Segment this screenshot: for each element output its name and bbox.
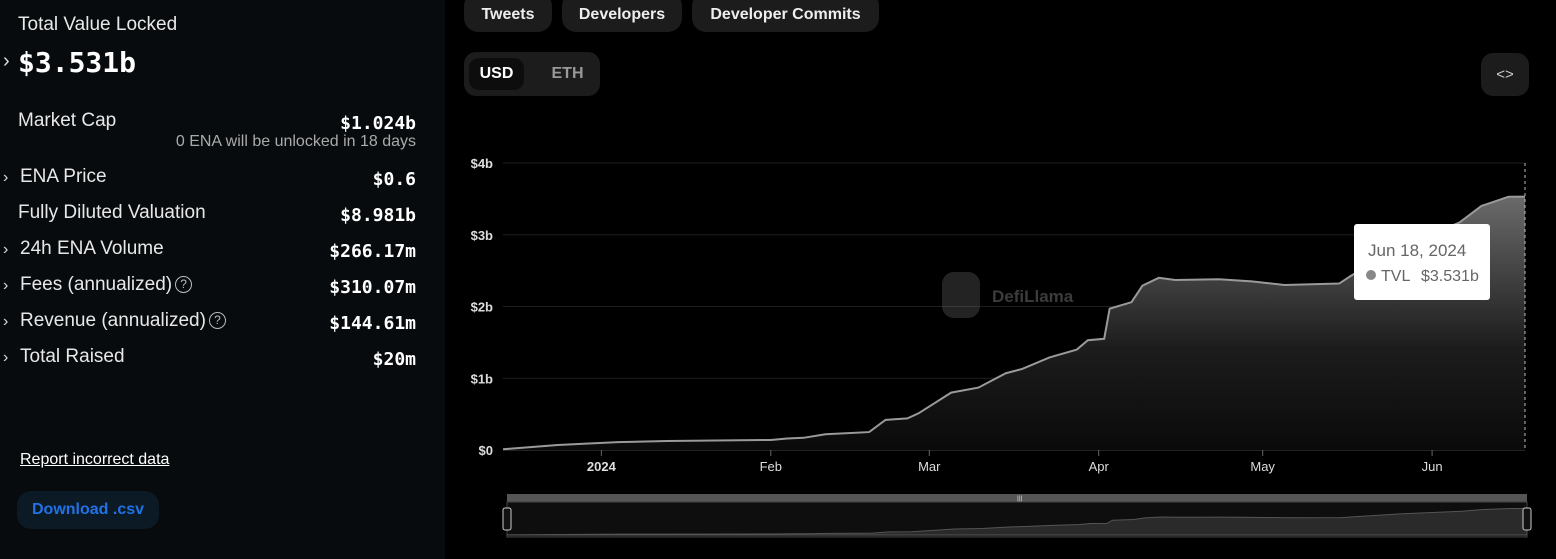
tvl-value: $3.531b [18,46,137,79]
tvl-label: Total Value Locked [18,14,178,35]
x-tick-label: Jun [1422,459,1443,474]
metric-label[interactable]: Total Raised [20,346,125,368]
watermark: DefiLlama [942,272,1074,318]
metric-label[interactable]: 24h ENA Volume [20,238,164,260]
y-tick-label: $0 [479,443,493,458]
chevron-right-icon[interactable]: › [3,50,10,73]
metric-value: $310.07m [329,277,416,298]
chevron-right-icon[interactable]: › [3,169,8,187]
x-tick-label: May [1250,459,1275,474]
metric-label[interactable]: Revenue (annualized)? [20,310,226,332]
summary-panel: Total Value Locked › $3.531b Market Cap $… [0,0,445,559]
range-handle-left[interactable] [502,507,512,531]
download-csv-button[interactable]: Download .csv [17,491,159,529]
metric-label[interactable]: ENA Price [20,166,107,188]
tooltip: Jun 18, 2024 TVL $3.531b [1354,224,1490,300]
tooltip-value: $3.531b [1421,268,1479,285]
x-tick-label: Feb [760,459,782,474]
unlock-note: 0 ENA will be unlocked in 18 days [175,133,416,150]
tooltip-series: TVL [1381,268,1410,285]
x-tick-label: Apr [1089,459,1110,474]
chevron-right-icon[interactable]: › [3,241,8,259]
x-tick-label: Mar [918,459,941,474]
y-tick-label: $2b [471,300,493,315]
metric-value: $20m [372,349,416,370]
tooltip-date: Jun 18, 2024 [1368,241,1466,260]
metric-value: $266.17m [329,241,416,262]
chevron-right-icon[interactable]: › [3,277,8,295]
metric-label[interactable]: Fees (annualized)? [20,274,193,296]
chevron-right-icon[interactable]: › [3,313,8,331]
chart-panel: Tweets Developers Developer Commits USD … [445,0,1556,559]
metric-value: $8.981b [340,205,416,226]
metric-value: $144.61m [329,313,416,334]
help-icon[interactable]: ? [208,312,226,329]
report-incorrect-data-link[interactable]: Report incorrect data [20,451,169,469]
metric-value: $1.024b [340,113,416,134]
metric-label: Market Cap [18,110,117,131]
metric-label: Fully Diluted Valuation [18,202,206,223]
tvl-chart[interactable]: DefiLlama $0 $1b $2b $3b $4b 2024 Feb Mar Apr May… [445,0,1556,559]
chevron-right-icon[interactable]: › [3,349,8,367]
y-tick-label: $4b [471,156,493,171]
y-tick-label: $1b [471,371,493,386]
watermark-text: DefiLlama [992,287,1074,306]
metric-value: $0.6 [372,169,416,190]
y-tick-label: $3b [471,228,493,243]
x-tick-label: 2024 [587,459,617,474]
help-icon[interactable]: ? [175,276,193,293]
range-slider[interactable]: ||| [502,494,1532,538]
range-handle-right[interactable] [1522,507,1532,531]
series-marker [1366,270,1376,280]
